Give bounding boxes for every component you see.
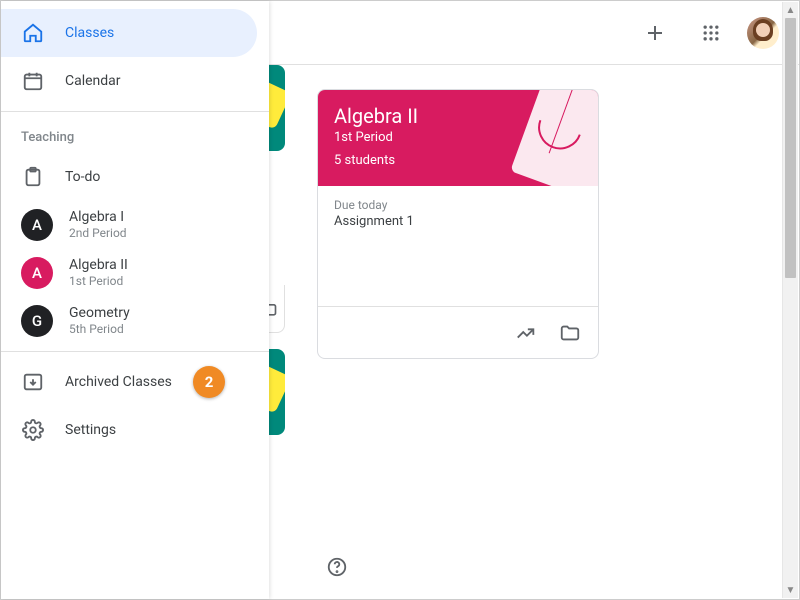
- scrollbar[interactable]: ▲ ▼: [782, 2, 798, 598]
- class-name: Algebra II: [69, 257, 128, 274]
- nav-classes[interactable]: Classes: [1, 9, 257, 57]
- folder-icon[interactable]: [550, 313, 590, 353]
- trending-icon[interactable]: [506, 313, 546, 353]
- card-title[interactable]: Algebra II: [334, 104, 582, 128]
- card-body: Due today Assignment 1: [318, 186, 598, 306]
- divider: [1, 351, 269, 352]
- user-avatar[interactable]: [747, 17, 779, 49]
- gear-icon: [21, 418, 45, 442]
- sidebar-class-algebra2[interactable]: A Algebra II 1st Period: [1, 249, 269, 297]
- card-header: Algebra II 1st Period 5 students: [318, 90, 598, 186]
- nav-settings-label: Settings: [65, 422, 116, 438]
- card-footer: [318, 306, 598, 358]
- class-name: Geometry: [69, 305, 130, 322]
- nav-calendar[interactable]: Calendar: [1, 57, 269, 105]
- scroll-up-icon[interactable]: ▲: [783, 2, 798, 18]
- apps-icon[interactable]: [691, 13, 731, 53]
- clipboard-icon: [21, 165, 45, 189]
- card-subtitle: 1st Period: [334, 130, 582, 145]
- scroll-thumb[interactable]: [785, 18, 796, 278]
- nav-todo[interactable]: To-do: [1, 153, 269, 201]
- class-sub: 5th Period: [69, 322, 130, 336]
- callout-badge: 2: [193, 366, 225, 398]
- main-area: Algebra II 1st Period 5 students Due tod…: [269, 1, 799, 599]
- divider: [1, 111, 269, 112]
- scroll-down-icon[interactable]: ▼: [783, 582, 798, 598]
- sidebar-class-algebra1[interactable]: A Algebra I 2nd Period: [1, 201, 269, 249]
- class-avatar: A: [21, 209, 53, 241]
- card-peek: [269, 349, 285, 435]
- class-avatar: A: [21, 257, 53, 289]
- card-peek: [269, 65, 285, 151]
- card-students: 5 students: [334, 153, 582, 168]
- nav-calendar-label: Calendar: [65, 73, 121, 89]
- sidebar-class-geometry[interactable]: G Geometry 5th Period: [1, 297, 269, 345]
- due-label: Due today: [334, 198, 582, 212]
- nav-archived-label: Archived Classes: [65, 374, 172, 390]
- class-card-algebra2[interactable]: Algebra II 1st Period 5 students Due tod…: [317, 89, 599, 359]
- folder-icon: [269, 299, 278, 319]
- card-peek-footer: [269, 285, 285, 333]
- add-button[interactable]: [635, 13, 675, 53]
- sidebar: Classes Calendar Teaching To-do A Algebr…: [1, 1, 269, 599]
- class-avatar: G: [21, 305, 53, 337]
- calendar-icon: [21, 69, 45, 93]
- content: Algebra II 1st Period 5 students Due tod…: [269, 65, 799, 599]
- nav-archived[interactable]: Archived Classes 2: [1, 358, 269, 406]
- home-icon: [21, 21, 45, 45]
- help-icon[interactable]: [317, 547, 357, 587]
- class-sub: 2nd Period: [69, 226, 127, 240]
- section-teaching-label: Teaching: [1, 118, 269, 153]
- class-sub: 1st Period: [69, 274, 128, 288]
- nav-classes-label: Classes: [65, 25, 114, 41]
- topbar: [269, 1, 799, 65]
- archive-icon: [21, 370, 45, 394]
- nav-todo-label: To-do: [65, 169, 100, 185]
- class-name: Algebra I: [69, 209, 127, 226]
- nav-settings[interactable]: Settings: [1, 406, 269, 454]
- assignment-link[interactable]: Assignment 1: [334, 214, 582, 229]
